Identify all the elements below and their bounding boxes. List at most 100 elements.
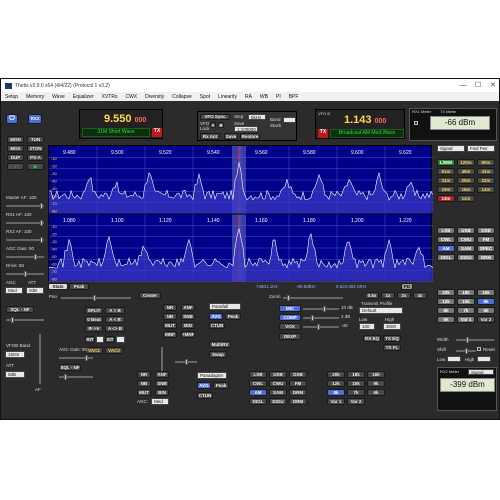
fd-button[interactable]: FD xyxy=(401,283,413,290)
band-button-4[interactable]: 49m xyxy=(457,168,475,175)
filter-button-4[interactable]: 10k xyxy=(457,298,475,305)
dup-button[interactable]: DUP xyxy=(7,154,24,161)
menu-wave[interactable]: Wave xyxy=(48,94,69,100)
band-button-2[interactable]: 90m xyxy=(477,159,495,166)
band-button-3[interactable]: 61m xyxy=(437,168,455,175)
mode-button-2[interactable]: DSB xyxy=(477,227,495,234)
filter-button-7[interactable]: 7k xyxy=(457,307,475,314)
mode-button-11[interactable]: DRM xyxy=(477,254,495,261)
zoom-slider[interactable] xyxy=(283,295,343,301)
width-slider[interactable] xyxy=(456,337,494,343)
restore-button[interactable]: Restore xyxy=(240,133,260,140)
band-button-7[interactable]: 25m xyxy=(457,177,475,184)
vac1-button[interactable]: VAC1 xyxy=(85,347,103,354)
shift-slider[interactable] xyxy=(456,348,476,354)
mode-button-1[interactable]: USB xyxy=(457,227,475,234)
spectrum-display[interactable]: 9.480 9.500 9.520 9.540 9.560 9.580 9.600 9.620… xyxy=(48,145,434,282)
tun-button[interactable]: TUN xyxy=(27,136,44,143)
rx1-meter-checkbox[interactable] xyxy=(414,121,418,125)
rx2-filter-button-4[interactable]: 10k xyxy=(347,380,365,387)
xit-value[interactable] xyxy=(116,336,125,343)
mic-slider[interactable] xyxy=(303,306,339,312)
if-v-button[interactable]: IF->V xyxy=(85,325,103,332)
rx2-button[interactable]: RX2 xyxy=(28,114,42,124)
ctun-button[interactable]: CTUN xyxy=(209,322,225,329)
vox-slider[interactable] xyxy=(303,324,339,330)
rx2-snb-button[interactable]: SNB xyxy=(155,380,169,387)
menu-diversity[interactable]: Diversity xyxy=(141,94,168,100)
rx2-nr-button[interactable]: NR xyxy=(137,371,151,378)
mut-button[interactable]: MUT xyxy=(163,322,177,329)
minimize-button[interactable]: — xyxy=(456,79,470,92)
rx2-mode-button-3[interactable]: CWL xyxy=(249,380,267,387)
vfo-b-tx-indicator[interactable]: TX xyxy=(318,129,328,138)
vfo-a-frequency[interactable]: 9.550 000 xyxy=(104,113,146,125)
menu-memory[interactable]: Memory xyxy=(22,94,48,100)
tx-profile-select[interactable]: Default xyxy=(359,307,403,314)
rx2-anf-button[interactable]: ANF xyxy=(155,371,169,378)
step-select[interactable]: 5kHz xyxy=(248,114,266,120)
rx1-pan-slider[interactable] xyxy=(175,359,197,365)
zoom-1x-button[interactable]: 1x xyxy=(381,292,395,299)
vfo-b-frequency[interactable]: 1.143 000 xyxy=(344,114,386,126)
rx2-filter-button-5[interactable]: 9k xyxy=(367,380,385,387)
menu-ra[interactable]: RA xyxy=(241,94,256,100)
mode-button-5[interactable]: FM xyxy=(477,236,495,243)
mode-button-7[interactable]: SAM xyxy=(457,245,475,252)
sql-nf-button[interactable]: SQL - NF xyxy=(6,306,34,313)
att2-select[interactable]: 0dB xyxy=(5,371,25,378)
rx2-mode-button-10[interactable]: DIGU xyxy=(269,398,287,405)
menu-pi[interactable]: PI xyxy=(272,94,285,100)
rx2-filter-button-10[interactable]: Var 2 xyxy=(347,398,365,405)
comp-slider[interactable] xyxy=(303,315,339,321)
power-button[interactable]: ⏻ xyxy=(6,114,18,124)
band-button-9[interactable]: 19m xyxy=(437,186,455,193)
filter-button-0[interactable]: 20k xyxy=(437,289,455,296)
band-button-13[interactable]: 11m xyxy=(457,195,475,202)
save-button[interactable]: Save xyxy=(224,133,238,140)
play-icon[interactable]: ▶ xyxy=(27,163,44,170)
band-button-6[interactable]: 31m xyxy=(437,177,455,184)
pan-slider[interactable] xyxy=(61,295,131,301)
band-button-10[interactable]: 16m xyxy=(457,186,475,193)
display-mode-select[interactable]: Panafall xyxy=(209,303,241,310)
comp-button[interactable]: COMP xyxy=(279,314,301,321)
center-button[interactable]: Center xyxy=(139,292,161,299)
peak-button[interactable]: Peak xyxy=(225,313,241,320)
mode-button-0[interactable]: LSB xyxy=(437,227,455,234)
snb-button[interactable]: SNB xyxy=(181,313,195,320)
close-button[interactable]: ✕ xyxy=(486,79,499,92)
rx2-mode-button-0[interactable]: LSB xyxy=(249,371,267,378)
rit-button[interactable]: RIT xyxy=(85,336,95,343)
rx2-mode-button-11[interactable]: DRM xyxy=(289,398,307,405)
b-to-a-button[interactable]: A < B xyxy=(105,316,125,323)
filter-button-2[interactable]: 16k xyxy=(477,289,495,296)
nr-button[interactable]: NR xyxy=(163,304,177,311)
vfo-b-lock-button[interactable]: B xyxy=(218,122,224,128)
vfo-sync-button[interactable]: VFO Sync xyxy=(200,114,230,120)
vox-button[interactable]: VOX xyxy=(279,323,301,330)
agc-gain-slider[interactable] xyxy=(6,254,44,260)
rx2-filter-button-1[interactable]: 18k xyxy=(347,371,365,378)
tx-eq-button[interactable]: TX EQ xyxy=(383,335,401,342)
save-select[interactable]: 1:100000 xyxy=(234,126,258,132)
rx2-filter-button-2[interactable]: 16k xyxy=(367,371,385,378)
rx2-af-slider[interactable] xyxy=(6,237,44,243)
drive-slider[interactable] xyxy=(6,271,44,277)
filter-button-10[interactable]: Var 1 xyxy=(457,316,475,323)
multirx-button[interactable]: MultiRX xyxy=(209,341,231,348)
rx-ant-button[interactable]: Rx Ant xyxy=(200,133,220,140)
mode-button-6[interactable]: AM xyxy=(437,245,455,252)
vfo-a-lock-button[interactable]: A xyxy=(210,122,216,128)
swap-vfo-button[interactable]: A <> B xyxy=(105,325,125,332)
filter-button-11[interactable]: Var 2 xyxy=(477,316,495,323)
att-select[interactable]: 0dB xyxy=(26,287,44,294)
rx2-nb-button[interactable]: NB xyxy=(137,380,151,387)
rx2-mode-button-2[interactable]: DSB xyxy=(289,371,307,378)
zoom-2x-button[interactable]: 2x xyxy=(397,292,411,299)
mode-button-10[interactable]: DIGU xyxy=(457,254,475,261)
mode-button-4[interactable]: CWU xyxy=(457,236,475,243)
filter-button-6[interactable]: 8k xyxy=(437,307,455,314)
mode-button-3[interactable]: CWL xyxy=(437,236,455,243)
rx2-signal-select[interactable]: Signal xyxy=(468,369,494,375)
